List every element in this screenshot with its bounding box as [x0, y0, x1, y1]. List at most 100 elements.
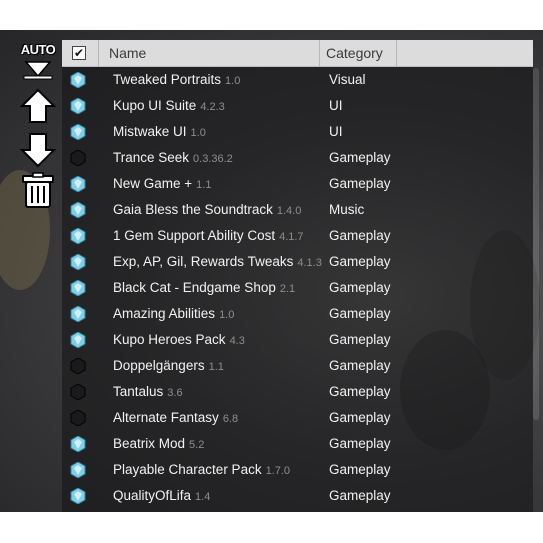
mod-name: 1 Gem Support Ability Cost 4.1.7: [113, 223, 304, 249]
mod-title: Mistwake UI: [113, 124, 187, 139]
mod-name: Alternate Fantasy 6.8: [113, 405, 238, 431]
scrollbar-thumb[interactable]: [533, 68, 539, 420]
table-row[interactable]: 1 Gem Support Ability Cost 4.1.7 Gameplay: [62, 223, 533, 249]
gem-icon[interactable]: [70, 71, 86, 89]
header-filler: [398, 40, 533, 66]
mod-version: 6.8: [222, 413, 239, 425]
gem-icon[interactable]: [70, 279, 86, 297]
table-header: ✔ Name Category: [62, 40, 533, 67]
mod-version: 0.3.36.2: [193, 153, 233, 165]
gem-icon[interactable]: [70, 305, 86, 323]
mod-version: 2.1: [279, 283, 296, 295]
select-all-column[interactable]: ✔: [62, 40, 99, 66]
table-row[interactable]: Black Cat - Endgame Shop 2.1 Gameplay: [62, 275, 533, 301]
mod-version: 1.0: [225, 75, 241, 87]
select-all-checkbox[interactable]: ✔: [72, 46, 86, 60]
mod-category: Gameplay: [329, 254, 391, 269]
mod-name: Tantalus 3.6: [113, 379, 183, 405]
table-row[interactable]: Kupo Heroes Pack 4.3 Gameplay: [62, 327, 533, 353]
auto-sort-button[interactable]: AUTO: [20, 42, 56, 80]
mod-version: 4.1.3: [297, 257, 322, 269]
mod-title: 1 Gem Support Ability Cost: [113, 228, 276, 243]
table-body: Tweaked Portraits 1.0 Visual Kupo UI Suite 4…: [62, 67, 533, 509]
gem-icon[interactable]: [70, 201, 86, 219]
mod-title: Playable Character Pack: [113, 462, 262, 477]
mod-title: Beatrix Mod: [113, 436, 186, 451]
mod-title: QualityOfLifa: [113, 488, 192, 503]
gem-icon[interactable]: [70, 435, 86, 453]
mod-category: Gameplay: [329, 332, 391, 347]
delete-button[interactable]: [20, 172, 56, 210]
mod-category: Gameplay: [329, 358, 391, 373]
name-column-header[interactable]: Name: [99, 40, 320, 66]
arrow-down-icon: [20, 133, 56, 168]
table-row[interactable]: Mistwake UI 1.0 UI: [62, 119, 533, 145]
mod-category: Gameplay: [329, 150, 391, 165]
table-row[interactable]: Doppelgängers 1.1 Gameplay: [62, 353, 533, 379]
table-row[interactable]: Alternate Fantasy 6.8 Gameplay: [62, 405, 533, 431]
mod-name: Trance Seek 0.3.36.2: [113, 145, 233, 171]
gem-icon[interactable]: [70, 487, 86, 505]
mod-title: Black Cat - Endgame Shop: [113, 280, 276, 295]
mod-name: Doppelgängers 1.1: [113, 353, 224, 379]
mod-version: 1.1: [208, 361, 224, 373]
mod-version: 4.1.7: [279, 231, 304, 243]
mod-title: Kupo Heroes Pack: [113, 332, 226, 347]
category-column-header[interactable]: Category: [321, 40, 397, 66]
mod-title: Doppelgängers: [113, 358, 205, 373]
mod-version: 3.6: [167, 387, 183, 399]
mod-title: Gaia Bless the Soundtrack: [113, 202, 273, 217]
mod-name: Beatrix Mod 5.2: [113, 431, 204, 457]
mod-version: 1.1: [196, 179, 212, 191]
mod-category: Gameplay: [329, 462, 391, 477]
mod-title: Exp, AP, Gil, Rewards Tweaks: [113, 254, 294, 269]
mod-name: Amazing Abilities 1.0: [113, 301, 234, 327]
move-down-button[interactable]: [20, 130, 56, 168]
dark-gem-icon[interactable]: [70, 383, 86, 401]
gem-icon[interactable]: [70, 253, 86, 271]
mod-version: 1.4.0: [276, 205, 302, 217]
mod-category: Gameplay: [329, 488, 391, 503]
mod-version: 1.0: [190, 127, 206, 139]
trash-icon: [22, 172, 54, 208]
mod-version: 1.0: [219, 309, 235, 321]
table-row[interactable]: Exp, AP, Gil, Rewards Tweaks 4.1.3 Gamepla…: [62, 249, 533, 275]
table-row[interactable]: Playable Character Pack 1.7.0 Gameplay: [62, 457, 533, 483]
table-row[interactable]: Beatrix Mod 5.2 Gameplay: [62, 431, 533, 457]
table-row[interactable]: Tantalus 3.6 Gameplay: [62, 379, 533, 405]
mod-name: New Game +1.1: [113, 171, 211, 197]
dark-gem-icon[interactable]: [70, 149, 86, 167]
mod-title: New Game +: [113, 176, 193, 191]
mod-version: 1.4: [195, 491, 211, 503]
mod-category: Music: [329, 202, 365, 217]
table-row[interactable]: Tweaked Portraits 1.0 Visual: [62, 67, 533, 93]
mod-category: Gameplay: [329, 306, 391, 321]
mod-category: Gameplay: [329, 280, 391, 295]
mod-name: Tweaked Portraits 1.0: [113, 67, 240, 93]
table-row[interactable]: Gaia Bless the Soundtrack 1.4.0 Music: [62, 197, 533, 223]
mod-version: 4.2.3: [200, 101, 225, 113]
move-up-button[interactable]: [20, 88, 56, 126]
table-row[interactable]: QualityOfLifa 1.4 Gameplay: [62, 483, 533, 509]
mod-name: Playable Character Pack 1.7.0: [113, 457, 290, 483]
gem-icon[interactable]: [70, 461, 86, 479]
dark-gem-icon[interactable]: [70, 409, 86, 427]
mod-category: UI: [329, 124, 343, 139]
table-row[interactable]: New Game +1.1 Gameplay: [62, 171, 533, 197]
table-row[interactable]: Amazing Abilities 1.0 Gameplay: [62, 301, 533, 327]
mod-version: 1.7.0: [265, 465, 291, 477]
gem-icon[interactable]: [70, 97, 86, 115]
gem-icon[interactable]: [70, 123, 86, 141]
gem-icon[interactable]: [70, 227, 86, 245]
mod-name: Gaia Bless the Soundtrack 1.4.0: [113, 197, 301, 223]
mod-title: Trance Seek: [113, 150, 190, 165]
dark-gem-icon[interactable]: [70, 357, 86, 375]
mod-category: Gameplay: [329, 228, 391, 243]
mod-category: Gameplay: [329, 176, 391, 191]
gem-icon[interactable]: [70, 331, 86, 349]
gem-icon[interactable]: [70, 175, 86, 193]
mod-category: Gameplay: [329, 436, 391, 451]
mod-manager-window: AUTO ✔ Name Category Tweaked Portraits 1…: [0, 30, 543, 512]
table-row[interactable]: Kupo UI Suite 4.2.3 UI: [62, 93, 533, 119]
table-row[interactable]: Trance Seek 0.3.36.2 Gameplay: [62, 145, 533, 171]
